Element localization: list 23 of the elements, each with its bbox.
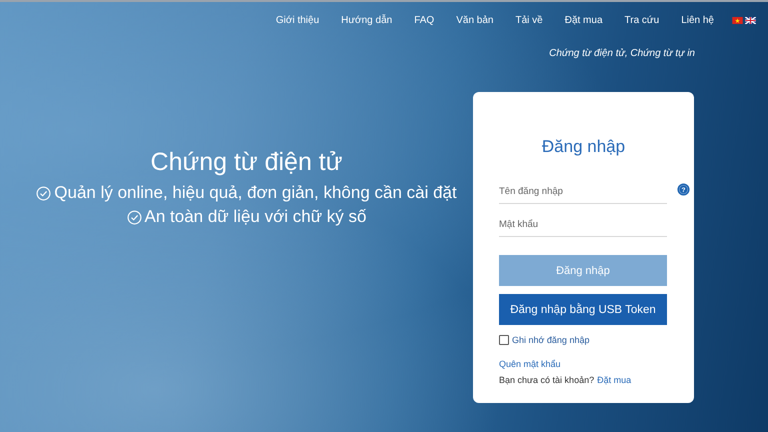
nav-link[interactable]: Liên hệ [681, 14, 714, 26]
star-flag-icon[interactable] [732, 16, 743, 24]
feature-text: An toàn dữ liệu với chữ ký số [144, 207, 366, 227]
hero-title: Chứng từ điện tử [150, 148, 342, 177]
remember-label[interactable]: Ghi nhớ đăng nhập [512, 335, 590, 345]
nav-link[interactable]: FAQ [414, 14, 434, 26]
signup-link[interactable]: Đặt mua [597, 375, 632, 385]
signup-prompt: Bạn chưa có tài khoản? [499, 375, 594, 385]
check-circle-icon [126, 210, 142, 224]
check-circle-icon [36, 186, 52, 200]
tagline: Chứng từ điện tử, Chứng từ tự in [549, 48, 695, 59]
feature-text: Quản lý online, hiệu quả, đơn giản, không cần cài đặt [54, 183, 457, 203]
nav-link[interactable]: Hướng dẫn [341, 14, 392, 26]
nav-link[interactable]: Văn bản [456, 14, 494, 26]
nav-link[interactable]: Tra cứu [624, 14, 660, 26]
nav-link[interactable]: Đặt mua [564, 14, 603, 26]
nav-link[interactable]: Giới thiệu [276, 14, 320, 26]
nav-link[interactable]: Tải về [515, 14, 543, 26]
forgot-password-link[interactable]: Quên mật khẩu [499, 359, 668, 369]
usb-token-button[interactable]: Đăng nhập bằng USB Token [499, 294, 667, 325]
login-title: Đăng nhập [540, 137, 626, 157]
cross-flag-icon[interactable] [745, 16, 756, 24]
remember-checkbox[interactable] [499, 335, 509, 345]
